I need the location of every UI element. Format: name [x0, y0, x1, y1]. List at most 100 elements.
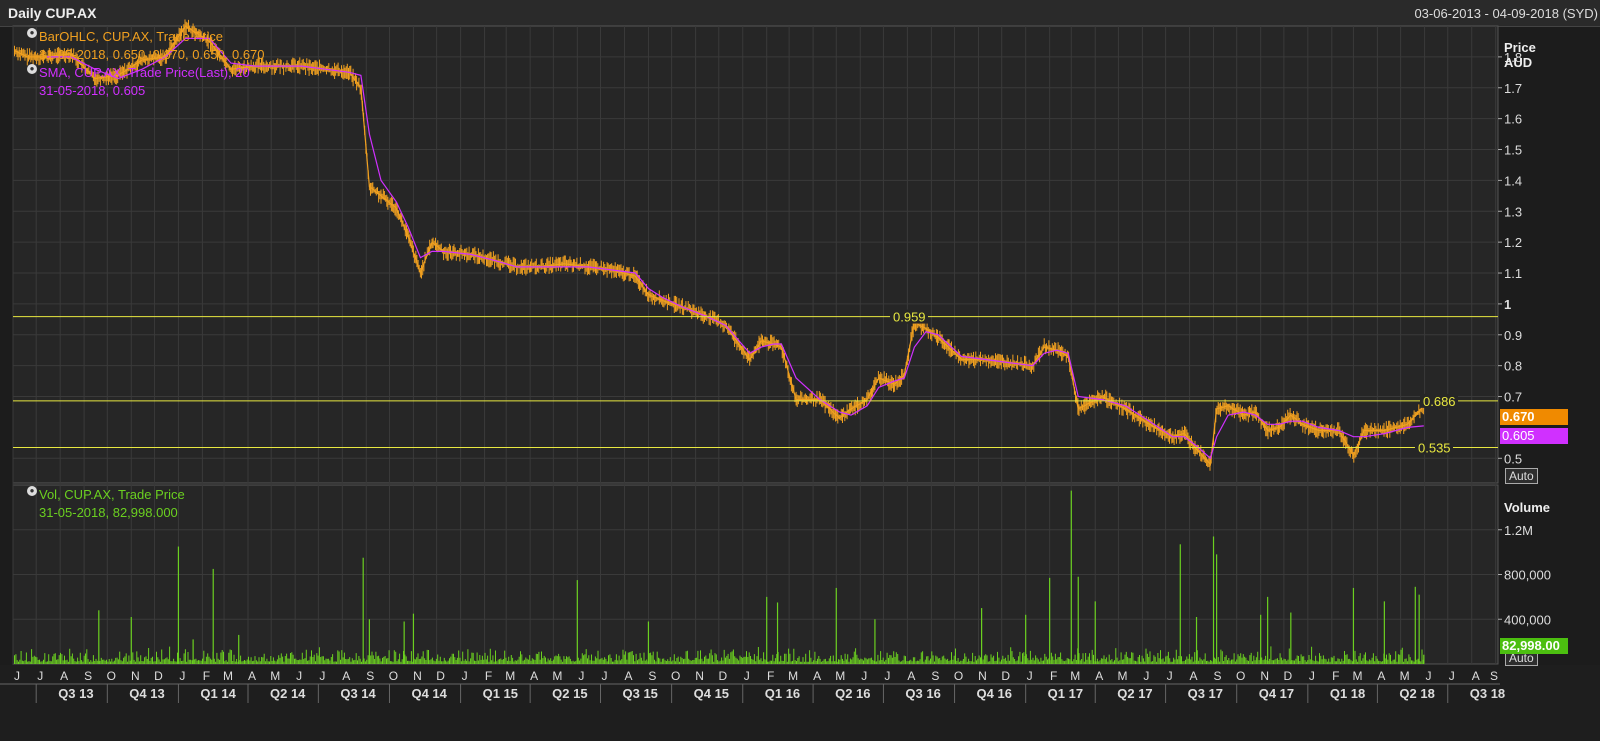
- x-month-label: J: [602, 669, 608, 683]
- volume-tick-label: 1.2M: [1504, 523, 1533, 538]
- x-quarter-label: Q1 18: [1330, 686, 1365, 701]
- price-tick-label: 1.2: [1504, 235, 1522, 250]
- x-month-label: F: [1332, 669, 1339, 683]
- x-month-label: J: [744, 669, 750, 683]
- x-quarter-label: Q2 17: [1117, 686, 1152, 701]
- x-quarter-label: Q4 15: [694, 686, 729, 701]
- x-month-label: J: [296, 669, 302, 683]
- x-quarter-label: Q1 14: [200, 686, 236, 701]
- x-month-label: A: [248, 669, 256, 683]
- x-month-label: F: [203, 669, 210, 683]
- legend-settings-icon[interactable]: ●: [27, 486, 37, 496]
- x-month-label: S: [1490, 669, 1498, 683]
- x-quarter-label: Q3 17: [1188, 686, 1223, 701]
- legend-settings-icon[interactable]: ●: [27, 28, 37, 38]
- price-tick-label: 0.9: [1504, 328, 1522, 343]
- x-quarter-label: Q1 16: [765, 686, 800, 701]
- volume-legend[interactable]: ● Vol, CUP.AX, Trade Price 31-05-2018, 82…: [27, 486, 185, 522]
- x-quarter-label: Q2 14: [270, 686, 306, 701]
- last-price-tag: 0.670: [1500, 409, 1568, 425]
- x-month-label: M: [788, 669, 798, 683]
- x-month-label: A: [813, 669, 821, 683]
- x-month-label: S: [931, 669, 939, 683]
- x-month-label: S: [366, 669, 374, 683]
- x-quarter-label: Q2 15: [552, 686, 587, 701]
- x-month-label: O: [671, 669, 680, 683]
- price-tick-label: 1.1: [1504, 266, 1522, 281]
- x-month-label: J: [1167, 669, 1173, 683]
- price-axis-title-line2: AUD: [1504, 55, 1533, 70]
- x-month-label: S: [648, 669, 656, 683]
- x-month-label: A: [530, 669, 538, 683]
- x-quarter-label: Q1 15: [483, 686, 518, 701]
- x-month-label: M: [1117, 669, 1127, 683]
- price-axis-title-line1: Price: [1504, 40, 1536, 55]
- x-month-label: F: [485, 669, 492, 683]
- price-tick-label: 1.3: [1504, 204, 1522, 219]
- x-month-label: J: [37, 669, 43, 683]
- x-month-label: J: [578, 669, 584, 683]
- level-label: 0.686: [1423, 394, 1456, 409]
- price-auto-button[interactable]: Auto: [1505, 468, 1538, 484]
- x-quarter-label: Q4 17: [1259, 686, 1294, 701]
- last-volume-tag: 82,998.00: [1500, 638, 1568, 654]
- x-month-label: J: [319, 669, 325, 683]
- x-month-label: F: [767, 669, 774, 683]
- ohlc-legend-title: BarOHLC, CUP.AX, Trade Price: [39, 29, 223, 44]
- x-quarter-label: Q3 16: [905, 686, 940, 701]
- x-month-label: D: [1001, 669, 1010, 683]
- x-month-label: M: [1352, 669, 1362, 683]
- x-quarter-label: Q4 14: [411, 686, 447, 701]
- x-month-label: M: [505, 669, 515, 683]
- price-tick-label: 0.8: [1504, 359, 1522, 374]
- volume-legend-title: Vol, CUP.AX, Trade Price: [39, 487, 185, 502]
- x-month-label: O: [107, 669, 116, 683]
- volume-tick-label: 400,000: [1504, 612, 1551, 627]
- x-month-label: J: [1449, 669, 1455, 683]
- x-month-label: A: [1472, 669, 1480, 683]
- x-month-label: D: [436, 669, 445, 683]
- x-month-label: J: [179, 669, 185, 683]
- price-axis-title: Price AUD: [1504, 40, 1536, 70]
- x-month-label: A: [1190, 669, 1198, 683]
- x-month-label: F: [1050, 669, 1057, 683]
- x-month-label: N: [131, 669, 140, 683]
- x-quarter-label: Q1 17: [1048, 686, 1083, 701]
- price-tick-label: 1.5: [1504, 143, 1522, 158]
- x-quarter-label: Q4 16: [977, 686, 1012, 701]
- x-quarter-label: Q2 16: [835, 686, 870, 701]
- level-label: 0.959: [893, 310, 926, 325]
- x-month-label: M: [1400, 669, 1410, 683]
- price-tick-label: 0.5: [1504, 451, 1522, 466]
- x-month-label: S: [84, 669, 92, 683]
- x-month-label: N: [1260, 669, 1269, 683]
- x-month-label: M: [223, 669, 233, 683]
- x-month-label: J: [14, 669, 20, 683]
- x-month-label: A: [907, 669, 915, 683]
- x-month-label: M: [835, 669, 845, 683]
- volume-tick-label: 800,000: [1504, 568, 1551, 583]
- chart-canvas[interactable]: 0.9590.6860.535 JJASONDJFMAMJJASONDJFMAM…: [0, 0, 1600, 741]
- x-month-label: D: [1284, 669, 1293, 683]
- x-month-label: M: [552, 669, 562, 683]
- price-tick-label: 0.7: [1504, 390, 1522, 405]
- x-month-label: A: [342, 669, 350, 683]
- x-month-label: A: [1095, 669, 1103, 683]
- level-label: 0.535: [1418, 440, 1451, 455]
- legend-settings-icon[interactable]: ●: [27, 64, 37, 74]
- x-month-label: M: [1070, 669, 1080, 683]
- x-month-label: J: [861, 669, 867, 683]
- volume-legend-value: 31-05-2018, 82,998.000: [39, 505, 178, 520]
- price-tick-label: 1: [1504, 297, 1511, 312]
- sma-legend[interactable]: ● SMA, CUP.AX, Trade Price(Last), 20 31-0…: [27, 64, 250, 100]
- x-month-label: J: [1143, 669, 1149, 683]
- x-month-label: J: [1426, 669, 1432, 683]
- ohlc-legend[interactable]: ● BarOHLC, CUP.AX, Trade Price 31-05-2018…: [27, 28, 265, 64]
- x-month-label: S: [1214, 669, 1222, 683]
- x-month-label: J: [1027, 669, 1033, 683]
- volume-axis-title: Volume: [1504, 500, 1550, 515]
- x-month-label: J: [884, 669, 890, 683]
- price-tick-label: 1.6: [1504, 112, 1522, 127]
- x-month-label: D: [154, 669, 163, 683]
- x-quarter-label: Q3 14: [340, 686, 376, 701]
